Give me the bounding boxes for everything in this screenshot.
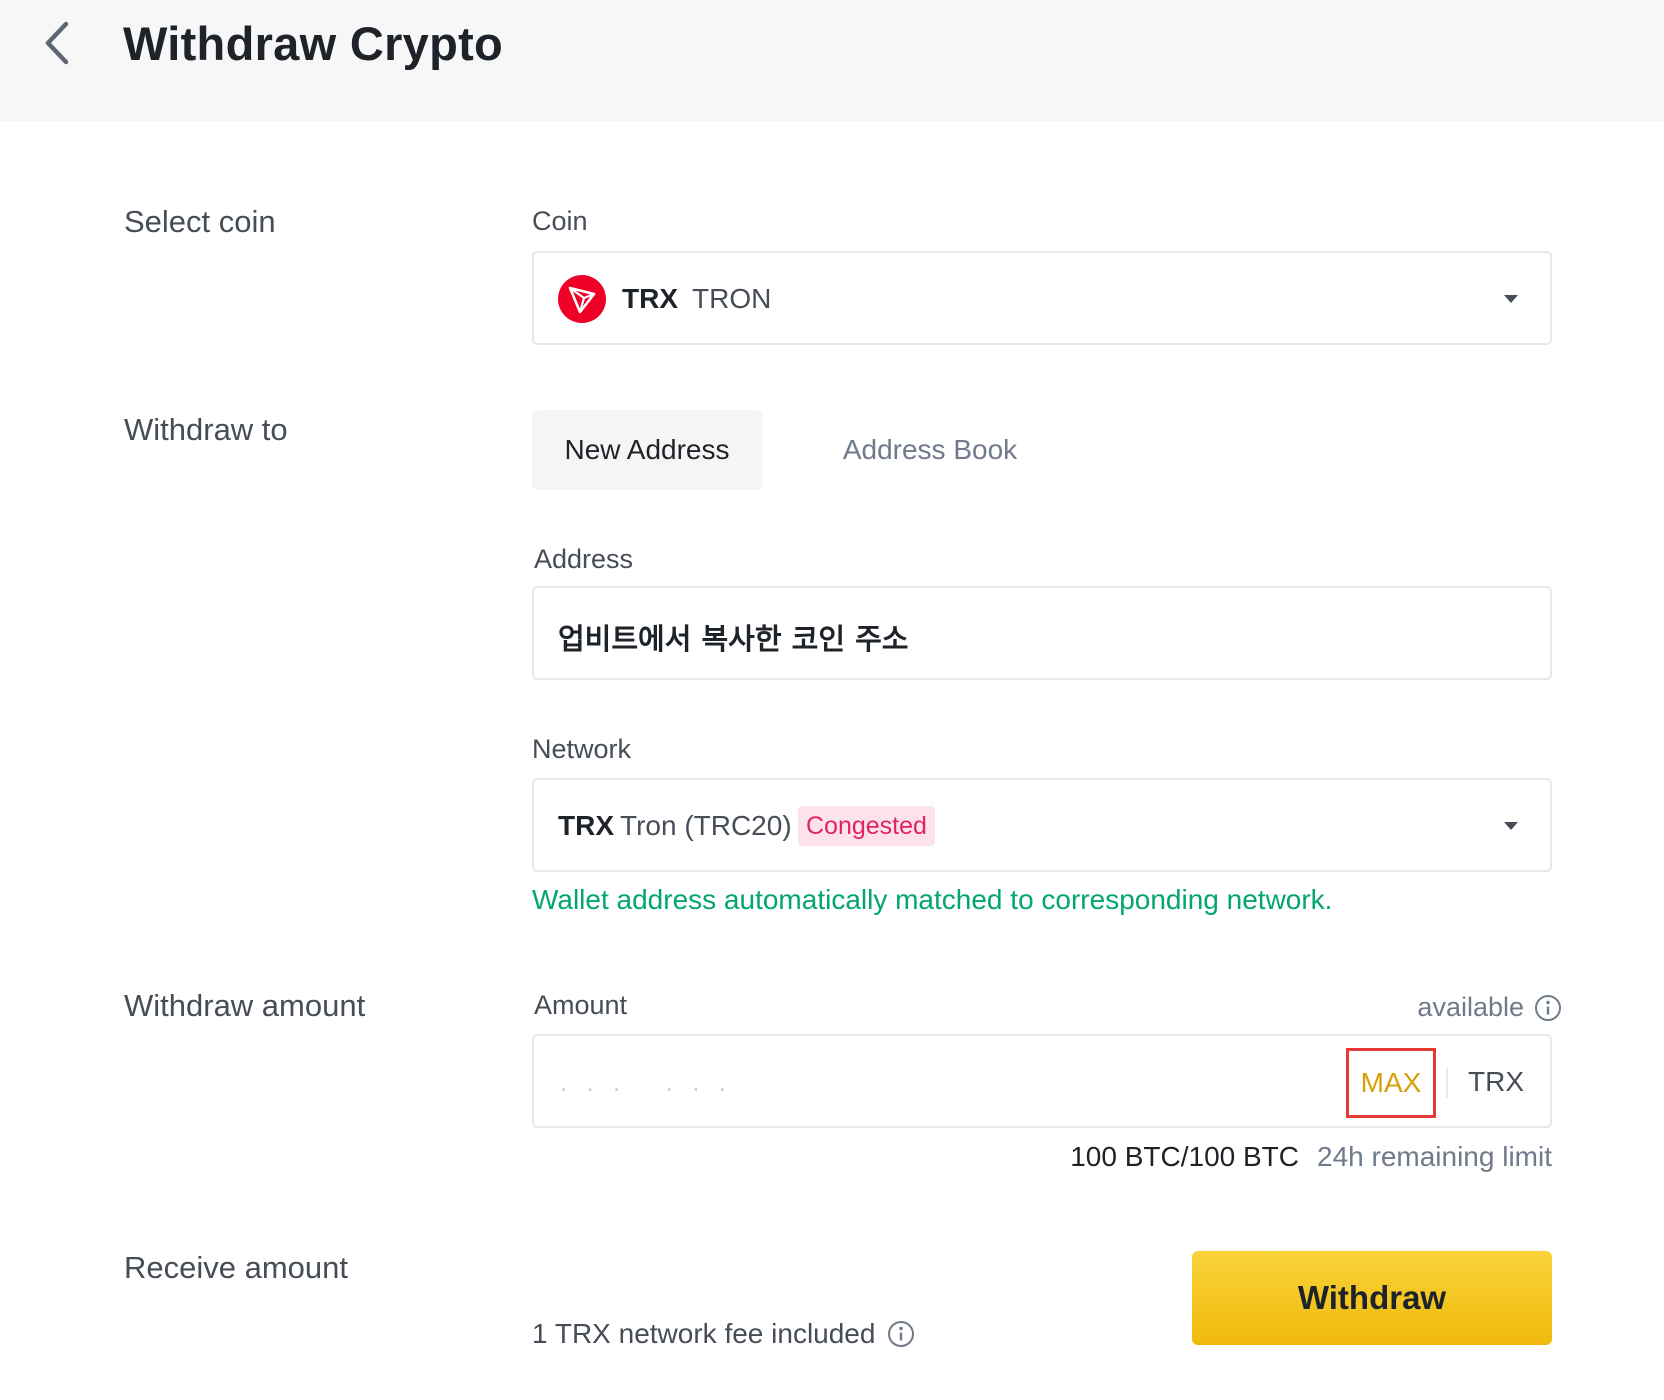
amount-input[interactable] xyxy=(558,1062,1258,1102)
select-coin-label: Select coin xyxy=(124,204,276,239)
address-field[interactable]: 업비트에서 복사한 코인 주소 xyxy=(532,586,1552,680)
network-name: Tron (TRC20) xyxy=(620,810,792,841)
congested-badge: Congested xyxy=(798,806,935,846)
coin-symbol: TRX xyxy=(622,283,678,314)
network-symbol: TRX xyxy=(558,810,614,841)
withdraw-to-label: Withdraw to xyxy=(124,412,288,447)
withdraw-amount-label: Withdraw amount xyxy=(124,988,366,1023)
info-icon[interactable] xyxy=(887,1320,915,1348)
address-field-label: Address xyxy=(534,544,634,574)
amount-field-label: Amount xyxy=(534,990,628,1020)
coin-name: TRON xyxy=(692,283,772,314)
back-button[interactable] xyxy=(36,18,80,68)
tron-logo-icon xyxy=(558,275,606,323)
info-icon[interactable] xyxy=(1534,994,1562,1022)
coin-select[interactable]: TRX TRON xyxy=(532,251,1552,345)
coin-field-label: Coin xyxy=(532,206,588,236)
network-match-hint: Wallet address automatically matched to … xyxy=(532,884,1333,915)
network-fee-text: 1 TRX network fee included xyxy=(532,1318,876,1349)
network-fee-row: 1 TRX network fee included xyxy=(532,1318,915,1350)
divider xyxy=(1446,1068,1448,1098)
withdraw-button[interactable]: Withdraw xyxy=(1192,1251,1552,1345)
caret-down-icon[interactable] xyxy=(1504,822,1518,830)
address-input[interactable]: 업비트에서 복사한 코인 주소 xyxy=(558,616,1458,658)
limit-label: 24h remaining limit xyxy=(1317,1141,1552,1172)
withdraw-limit: 100 BTC/100 BTC 24h remaining limit xyxy=(1070,1141,1552,1173)
available-balance: available xyxy=(1417,992,1562,1023)
amount-unit: TRX xyxy=(1468,1066,1524,1097)
network-field-label: Network xyxy=(532,734,632,764)
network-select[interactable]: TRX Tron (TRC20) Congested xyxy=(532,778,1552,872)
limit-value: 100 BTC/100 BTC xyxy=(1070,1141,1299,1172)
page-header: Withdraw Crypto xyxy=(0,0,1664,121)
receive-amount-label: Receive amount xyxy=(124,1250,349,1285)
max-button[interactable]: MAX xyxy=(1346,1048,1436,1118)
amount-field[interactable]: MAX TRX xyxy=(532,1034,1552,1128)
caret-down-icon[interactable] xyxy=(1504,295,1518,303)
available-label: available xyxy=(1417,992,1524,1022)
chevron-left-icon xyxy=(45,21,69,65)
tab-address-book[interactable]: Address Book xyxy=(812,410,1048,490)
tab-new-address[interactable]: New Address xyxy=(532,410,762,490)
page-title: Withdraw Crypto xyxy=(123,17,504,70)
